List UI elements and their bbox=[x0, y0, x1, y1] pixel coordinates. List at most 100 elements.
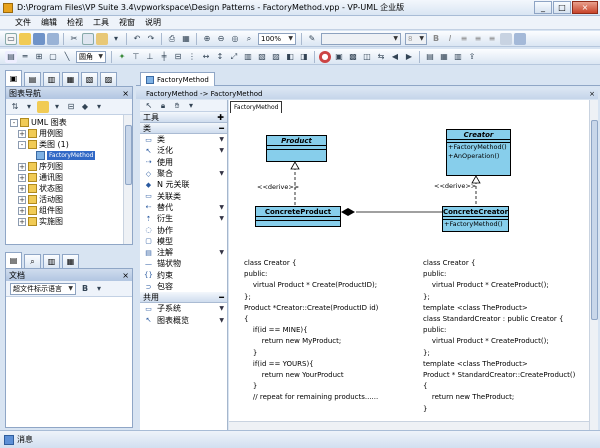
filter-icon[interactable]: ◆ bbox=[79, 101, 91, 113]
canvas-vertical-scrollbar[interactable] bbox=[589, 100, 598, 430]
tree-node-communication[interactable]: + 通讯图 bbox=[8, 172, 132, 183]
zoom-icon[interactable]: ⌕ bbox=[243, 33, 255, 45]
tree-node-deployment[interactable]: + 实施图 bbox=[8, 216, 132, 227]
menu-file[interactable]: 文件 bbox=[10, 17, 36, 28]
expand-toggle[interactable]: + bbox=[18, 217, 26, 226]
save-all-icon[interactable] bbox=[47, 32, 59, 45]
tree-node-sequence[interactable]: + 序列图 bbox=[8, 161, 132, 172]
expand-toggle[interactable]: + bbox=[18, 129, 26, 138]
code-note-right[interactable]: class Creator { public: virtual Product … bbox=[423, 258, 575, 415]
lock-icon[interactable]: 🔒︎ bbox=[157, 100, 169, 112]
forward-icon[interactable]: ▶ bbox=[403, 51, 415, 63]
tab-property[interactable]: ▨ bbox=[100, 72, 117, 86]
send-back-icon[interactable]: ◧ bbox=[284, 51, 296, 63]
class-1[interactable]: ↖ 泛化 ▼ bbox=[140, 145, 227, 156]
tab-class-repository[interactable]: ▥ bbox=[43, 72, 60, 86]
close-button[interactable]: × bbox=[572, 0, 598, 14]
class-product[interactable]: Product bbox=[266, 135, 327, 162]
distribute-icon[interactable]: ⋮ bbox=[186, 51, 198, 63]
class-concrete-creator[interactable]: ConcreteCreator +FactoryMethod() bbox=[442, 206, 509, 232]
tab-comments[interactable]: ▥ bbox=[43, 254, 60, 268]
italic-icon[interactable]: I bbox=[444, 33, 456, 45]
maximize-button[interactable]: □ bbox=[553, 0, 571, 14]
same-size-icon[interactable]: ⤢ bbox=[228, 51, 240, 63]
redo-icon[interactable]: ↷ bbox=[145, 33, 157, 45]
class-2[interactable]: ⇢ 使用 bbox=[140, 157, 227, 168]
tab-attachments[interactable]: ▦ bbox=[62, 254, 79, 268]
code-note-left[interactable]: class Creator { public: virtual Product … bbox=[244, 258, 378, 404]
common-0[interactable]: ▭ 子系统 ▼ bbox=[140, 303, 227, 314]
common-1[interactable]: ↖ 图表概览 ▼ bbox=[140, 314, 227, 325]
chevron-down-icon[interactable]: ▼ bbox=[219, 215, 224, 222]
close-icon[interactable]: × bbox=[122, 89, 129, 98]
palette-group-class[interactable]: 类 ━ bbox=[140, 123, 227, 134]
tab-documentation[interactable]: ▤ bbox=[5, 252, 22, 268]
menu-help[interactable]: 说明 bbox=[140, 17, 166, 28]
arrange-icon[interactable]: ▥ bbox=[242, 51, 254, 63]
class-concrete-product[interactable]: ConcreteProduct bbox=[255, 206, 341, 227]
class-13[interactable]: ⊃ 包容 bbox=[140, 281, 227, 292]
documentation-editor[interactable] bbox=[6, 297, 132, 427]
copy-icon[interactable] bbox=[82, 32, 94, 45]
font-size-select[interactable]: 8 ▼ bbox=[405, 32, 427, 45]
minimize-button[interactable]: _ bbox=[534, 0, 552, 14]
sync-icon[interactable]: ⇆ bbox=[375, 51, 387, 63]
chevron-down-icon[interactable]: ▾ bbox=[23, 101, 35, 113]
message-icon[interactable] bbox=[4, 434, 14, 445]
bold-button[interactable]: B bbox=[79, 283, 91, 295]
chevron-down-icon[interactable]: ▼ bbox=[219, 317, 224, 324]
paste-icon[interactable] bbox=[96, 32, 108, 45]
tree-node-state[interactable]: + 状态图 bbox=[8, 183, 132, 194]
export-icon[interactable]: ⇪ bbox=[466, 51, 478, 63]
font-color-icon[interactable] bbox=[500, 32, 512, 45]
new-icon[interactable]: ▭ bbox=[5, 32, 17, 45]
chevron-down-icon[interactable]: ▼ bbox=[219, 136, 224, 143]
fill-color-icon[interactable] bbox=[514, 32, 526, 45]
expand-toggle[interactable]: + bbox=[18, 173, 26, 182]
chevron-down-icon[interactable]: ▼ bbox=[219, 249, 224, 256]
line-style-icon[interactable]: ═ bbox=[19, 51, 31, 63]
chevron-down-icon[interactable]: ▼ bbox=[219, 170, 224, 177]
sort-icon[interactable]: ⇅ bbox=[9, 101, 21, 113]
expand-toggle[interactable]: + bbox=[18, 206, 26, 215]
zoom-out-icon[interactable]: ⊖ bbox=[215, 33, 227, 45]
image-icon[interactable]: ▣ bbox=[333, 51, 345, 63]
line-icon[interactable]: ╲ bbox=[61, 51, 73, 63]
tree-node-class[interactable]: - 类图 (1) bbox=[8, 139, 132, 150]
undo-icon[interactable]: ↶ bbox=[131, 33, 143, 45]
align-left-icon[interactable]: ≡ bbox=[458, 33, 470, 45]
tab-diagram-navigator[interactable]: ▣ bbox=[5, 70, 22, 86]
align-vcenter-icon[interactable]: ⊟ bbox=[172, 51, 184, 63]
brush-icon[interactable]: ✎ bbox=[306, 33, 318, 45]
model-icon[interactable]: ◫ bbox=[361, 51, 373, 63]
status-message-label[interactable]: 消息 bbox=[17, 434, 33, 445]
menu-edit[interactable]: 编辑 bbox=[36, 17, 62, 28]
group-icon[interactable]: ▧ bbox=[256, 51, 268, 63]
tree-node-component[interactable]: + 组件图 bbox=[8, 205, 132, 216]
align-center-icon[interactable]: ≡ bbox=[472, 33, 484, 45]
chevron-down-icon[interactable]: ▼ bbox=[219, 204, 224, 211]
tab-search[interactable]: ⌕ bbox=[24, 254, 41, 268]
tree-node-usecase[interactable]: + 用例图 bbox=[8, 128, 132, 139]
folder-icon[interactable] bbox=[37, 100, 49, 113]
bold-icon[interactable]: B bbox=[430, 33, 442, 45]
zoom-select[interactable]: 100% ▼ bbox=[258, 32, 296, 45]
palette-group-tools[interactable]: 工具 ✚ bbox=[140, 112, 227, 123]
close-icon[interactable]: × bbox=[589, 90, 595, 98]
shape-icon[interactable]: ▢ bbox=[47, 51, 59, 63]
tab-diagram-overview[interactable]: ▧ bbox=[81, 72, 98, 86]
layout-icon[interactable]: ▦ bbox=[180, 33, 192, 45]
document-icon[interactable]: ▦ bbox=[438, 51, 450, 63]
report-icon[interactable]: ▤ bbox=[424, 51, 436, 63]
align-middle-icon[interactable]: ╪ bbox=[158, 51, 170, 63]
canvas-horizontal-scrollbar[interactable] bbox=[229, 421, 589, 430]
hand-icon[interactable]: ✋︎ bbox=[171, 100, 183, 112]
tab-model-explorer[interactable]: ▤ bbox=[24, 72, 41, 86]
class-12[interactable]: {} 约束 bbox=[140, 270, 227, 281]
scroll-thumb[interactable] bbox=[591, 120, 598, 320]
class-0[interactable]: ▭ 类 ▼ bbox=[140, 134, 227, 145]
save-icon[interactable] bbox=[33, 32, 45, 45]
close-icon[interactable]: × bbox=[122, 271, 129, 280]
back-icon[interactable]: ◀ bbox=[389, 51, 401, 63]
class-7[interactable]: ⇡ 衍生 ▼ bbox=[140, 213, 227, 224]
